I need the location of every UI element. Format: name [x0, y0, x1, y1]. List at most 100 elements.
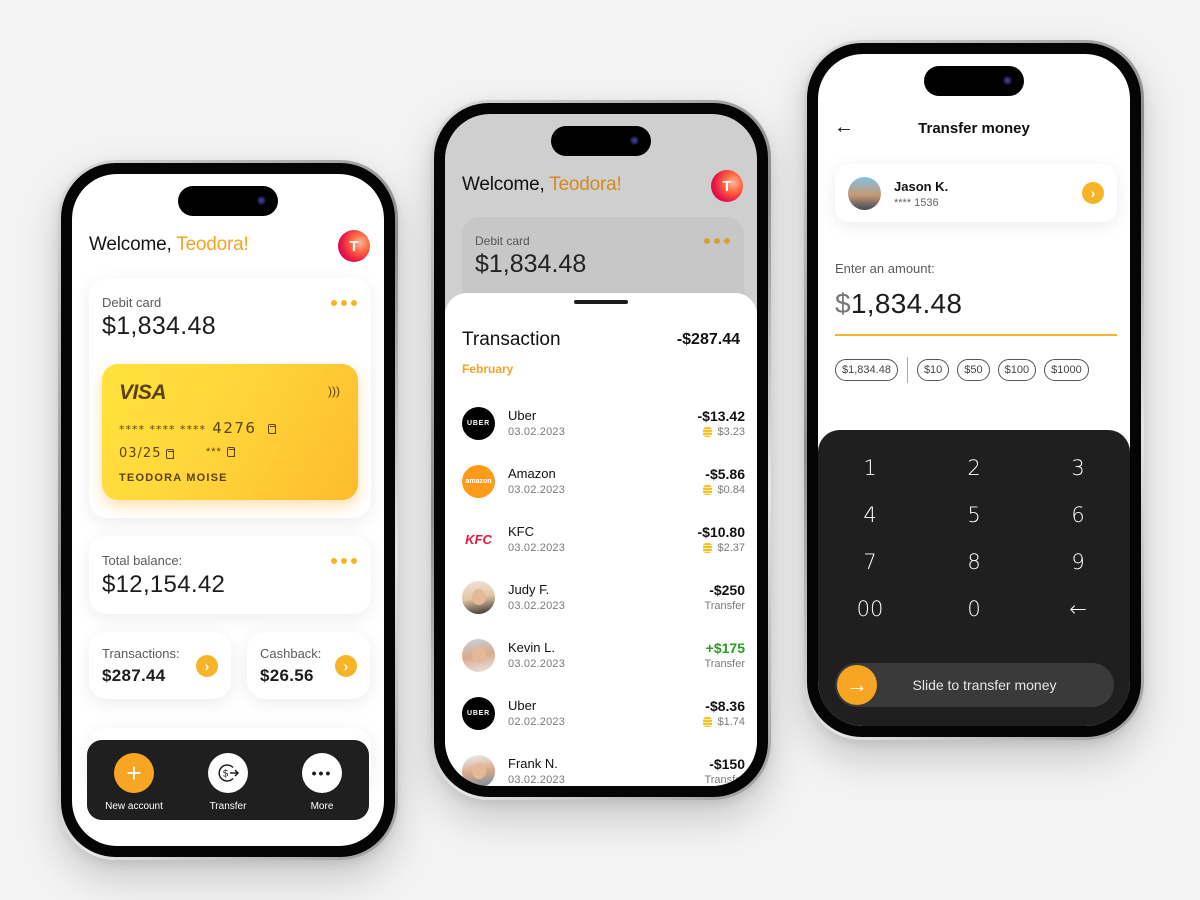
phone-bezel: Welcome, Teodora! T Debit card $1,834.48…: [434, 103, 768, 797]
backspace-icon[interactable]: ←: [1026, 597, 1130, 623]
chip-1000[interactable]: $1000: [1044, 359, 1089, 381]
key-1[interactable]: 1: [818, 456, 922, 482]
more-button[interactable]: ••• More: [282, 753, 362, 820]
avatar[interactable]: T: [338, 230, 370, 262]
cashback-label: Cashback:: [260, 646, 322, 661]
chevron-right-icon[interactable]: ›: [335, 655, 357, 677]
copy-icon[interactable]: [166, 448, 175, 459]
card-number-masked: **** **** ****: [119, 423, 206, 436]
chip-50[interactable]: $50: [957, 359, 990, 381]
more-dots-icon[interactable]: [331, 300, 357, 306]
transaction-row[interactable]: Kevin L. 03.02.2023 +$175 Transfer: [462, 635, 745, 679]
card-cvv-value: ***: [206, 446, 222, 458]
avatar[interactable]: T: [711, 170, 743, 202]
new-account-button[interactable]: + New account: [94, 753, 174, 820]
welcome-heading: Welcome, Teodora!: [462, 174, 622, 196]
avatar: [462, 755, 495, 786]
visa-logo: VISA: [119, 381, 167, 404]
coins-icon: [703, 717, 713, 727]
transaction-amount: -$8.36: [705, 698, 745, 714]
person-photo: [471, 762, 486, 779]
total-balance-amount: $12,154.42: [102, 571, 226, 598]
transactions-amount: $287.44: [102, 666, 166, 685]
sheet-drag-handle[interactable]: [574, 300, 628, 304]
amount-label: Enter an amount:: [835, 261, 935, 276]
person-photo: [471, 646, 486, 663]
debit-card-panel[interactable]: Debit card $1,834.48 VISA ))) **** **** …: [89, 278, 371, 518]
debit-card-label: Debit card: [102, 295, 162, 310]
transfer-button[interactable]: $ Transfer: [188, 753, 268, 820]
transaction-date: 03.02.2023: [508, 542, 566, 554]
card-number-last4: 4276: [212, 419, 257, 437]
key-3[interactable]: 3: [1026, 456, 1130, 482]
transactions-screen: Welcome, Teodora! T Debit card $1,834.48…: [445, 114, 757, 786]
transaction-date: 03.02.2023: [508, 600, 566, 612]
slide-to-transfer[interactable]: → Slide to transfer money: [835, 663, 1114, 707]
svg-text:$: $: [223, 769, 229, 780]
transaction-row[interactable]: KFC KFC 03.02.2023 -$10.80 $2.37: [462, 519, 745, 563]
dynamic-island: [924, 66, 1024, 96]
amount-input[interactable]: $1,834.48: [835, 288, 962, 320]
plus-icon: +: [114, 753, 154, 793]
transaction-cashback: $2.37: [703, 542, 745, 554]
transactions-sheet: Transaction -$287.44 February UBER Uber …: [445, 293, 757, 786]
currency-symbol: $: [835, 288, 851, 319]
chip-full-balance[interactable]: $1,834.48: [835, 359, 898, 381]
key-00[interactable]: 00: [818, 597, 922, 623]
copy-icon[interactable]: [267, 423, 276, 434]
key-6[interactable]: 6: [1026, 503, 1130, 529]
phone-transactions: Welcome, Teodora! T Debit card $1,834.48…: [431, 100, 771, 800]
key-2[interactable]: 2: [922, 456, 1026, 482]
cashback-panel[interactable]: Cashback: $26.56 ›: [247, 632, 370, 699]
card-number: **** **** **** 4276: [119, 419, 276, 437]
transactions-panel[interactable]: Transactions: $287.44 ›: [89, 632, 231, 699]
transaction-amount: -$250: [709, 582, 745, 598]
transaction-name: Kevin L.: [508, 640, 555, 655]
transaction-row[interactable]: Frank N. 03.02.2023 -$150 Transfer: [462, 751, 745, 786]
transfer-icon: $: [208, 753, 248, 793]
transfer-screen: ← Transfer money Jason K. **** 1536 › En…: [818, 54, 1130, 726]
visa-card[interactable]: VISA ))) **** **** **** 4276 03/25 *** T…: [102, 364, 358, 500]
transaction-cashback: $1.74: [703, 716, 745, 728]
page-title: Transfer money: [918, 120, 1030, 137]
key-5[interactable]: 5: [922, 503, 1026, 529]
total-balance-label: Total balance:: [102, 553, 183, 568]
camera-icon: [630, 136, 639, 145]
camera-icon: [1003, 76, 1012, 85]
key-0[interactable]: 0: [922, 597, 1026, 623]
debit-card-amount: $1,834.48: [475, 250, 587, 278]
nfc-icon: ))): [328, 384, 340, 398]
recipient-account: **** 1536: [894, 197, 939, 209]
transaction-row[interactable]: UBER Uber 03.02.2023 -$13.42 $3.23: [462, 403, 745, 447]
transaction-amount: -$150: [709, 756, 745, 772]
cashback-value: $1.74: [717, 716, 745, 728]
sheet-title: Transaction: [462, 329, 561, 350]
more-dots-icon[interactable]: [331, 558, 357, 564]
cashback-value: $3.23: [717, 426, 745, 438]
chevron-right-icon[interactable]: ›: [196, 655, 218, 677]
key-9[interactable]: 9: [1026, 550, 1130, 576]
chip-100[interactable]: $100: [997, 359, 1037, 381]
transaction-date: 03.02.2023: [508, 658, 566, 670]
debit-card-label: Debit card: [475, 234, 530, 248]
transaction-row[interactable]: Judy F. 03.02.2023 -$250 Transfer: [462, 577, 745, 621]
chip-10[interactable]: $10: [916, 359, 950, 381]
chevron-right-icon[interactable]: ›: [1082, 182, 1104, 204]
transaction-row[interactable]: UBER Uber 02.02.2023 -$8.36 $1.74: [462, 693, 745, 737]
copy-icon[interactable]: [226, 447, 235, 458]
key-4[interactable]: 4: [818, 503, 922, 529]
transaction-name: Uber: [508, 408, 537, 423]
transaction-row[interactable]: amazon Amazon 03.02.2023 -$5.86 $0.84: [462, 461, 745, 505]
key-7[interactable]: 7: [818, 550, 922, 576]
amount-value: 1,834.48: [850, 288, 963, 319]
card-expiry-value: 03/25: [119, 446, 162, 461]
key-8[interactable]: 8: [922, 550, 1026, 576]
chip-divider: [906, 357, 908, 383]
amazon-logo-icon: amazon: [462, 465, 495, 498]
sheet-total: -$287.44: [676, 331, 740, 348]
phone-bezel: ← Transfer money Jason K. **** 1536 › En…: [807, 43, 1141, 737]
total-balance-panel[interactable]: Total balance: $12,154.42: [89, 536, 371, 614]
recipient-card[interactable]: Jason K. **** 1536 ›: [835, 164, 1117, 222]
debit-card-amount: $1,834.48: [102, 312, 216, 340]
transaction-date: 02.02.2023: [508, 716, 566, 728]
